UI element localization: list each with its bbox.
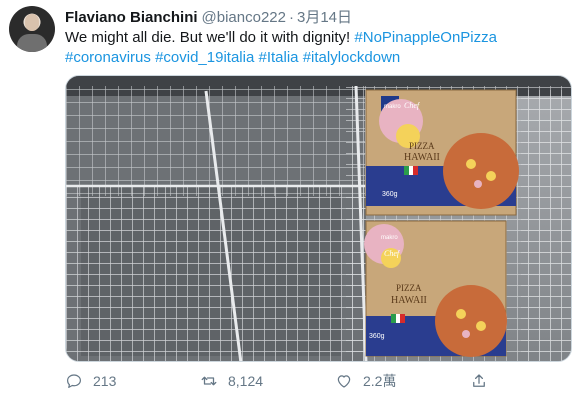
avatar[interactable] bbox=[9, 6, 55, 52]
share-icon bbox=[473, 374, 485, 387]
pizza-box-bottom: makro Chef PIZZA HAWAII 360g bbox=[364, 220, 507, 357]
tweet-text-line-2: #coronavirus #covid_19italia #Italia #it… bbox=[65, 48, 565, 68]
separator-dot: · bbox=[289, 9, 294, 26]
tweet: Flaviano Bianchini @bianco222 · 3月14日 We mi… bbox=[0, 0, 583, 409]
pizza-box-top-title1: PIZZA bbox=[409, 141, 435, 151]
pizza-box-bottom-title2: HAWAII bbox=[391, 295, 427, 306]
avatar-face bbox=[25, 14, 39, 31]
like-count: 2.2萬 bbox=[363, 373, 397, 389]
heart-icon bbox=[337, 375, 351, 388]
pizza-box-top-title2: HAWAII bbox=[404, 152, 440, 163]
pizza-box-bottom-sub: Chef bbox=[384, 249, 401, 258]
pizza-box-bottom-weight: 360g bbox=[369, 333, 385, 340]
tweet-body-text: We might all die. But we'll do it with d… bbox=[65, 29, 355, 46]
tweet-actions: 213 8,124 2.2萬 bbox=[65, 371, 565, 391]
hashtag-coronavirus[interactable]: #coronavirus bbox=[65, 49, 151, 66]
pizza-box-bottom-brand: makro bbox=[381, 235, 398, 241]
pizza-box-top-brand: makro bbox=[384, 104, 401, 110]
freezer-right-wall bbox=[521, 90, 571, 361]
tweet-text: We might all die. But we'll do it with d… bbox=[65, 28, 565, 68]
pizza-box-top: makro Chef PIZZA HAWAII 360g bbox=[365, 89, 519, 216]
author-name[interactable]: Flaviano Bianchini bbox=[65, 9, 198, 26]
tweet-date[interactable]: 3月14日 bbox=[297, 9, 352, 26]
tweet-photo[interactable]: makro Chef PIZZA HAWAII 360g makro Chef … bbox=[65, 75, 572, 362]
wire-basket-floor bbox=[66, 186, 366, 361]
share-button[interactable] bbox=[470, 371, 498, 391]
tweet-header: Flaviano Bianchini @bianco222 · 3月14日 bbox=[65, 8, 352, 28]
hashtag-italia[interactable]: #Italia bbox=[258, 49, 298, 66]
hashtag-nopinappleonpizza[interactable]: #NoPinappleOnPizza bbox=[354, 29, 497, 46]
reply-count: 213 bbox=[93, 373, 117, 389]
reply-button[interactable]: 213 bbox=[65, 371, 116, 391]
retweet-count: 8,124 bbox=[228, 373, 264, 389]
retweet-icon bbox=[201, 376, 217, 386]
pizza-box-top-sub: Chef bbox=[404, 101, 421, 110]
tweet-text-line-1: We might all die. But we'll do it with d… bbox=[65, 28, 565, 48]
like-button[interactable]: 2.2萬 bbox=[335, 371, 396, 391]
retweet-button[interactable]: 8,124 bbox=[200, 371, 263, 391]
pizza-box-bottom-title1: PIZZA bbox=[396, 283, 422, 293]
reply-icon bbox=[67, 374, 81, 388]
hashtag-covid-19italia[interactable]: #covid_19italia bbox=[155, 49, 254, 66]
author-handle[interactable]: @bianco222 bbox=[202, 9, 286, 26]
freezer-photo: makro Chef PIZZA HAWAII 360g makro Chef … bbox=[66, 76, 571, 361]
avatar-shirt bbox=[17, 34, 47, 52]
pizza-box-top-weight: 360g bbox=[382, 191, 398, 198]
hashtag-italylockdown[interactable]: #italylockdown bbox=[303, 49, 401, 66]
